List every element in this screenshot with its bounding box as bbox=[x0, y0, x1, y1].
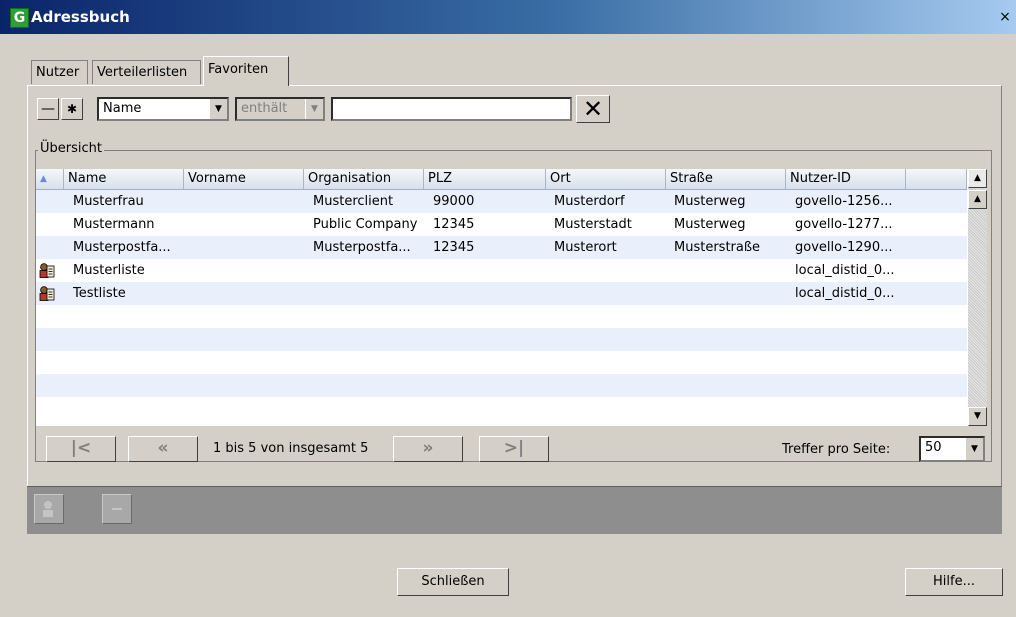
scroll-up-button[interactable]: ▲ bbox=[968, 190, 987, 209]
sort-indicator-icon[interactable]: ▲ bbox=[36, 169, 64, 189]
help-button[interactable]: Hilfe... bbox=[905, 568, 1003, 596]
previous-page-button[interactable]: « bbox=[128, 436, 198, 462]
cell-nutzer-id: govello-1277... bbox=[795, 217, 893, 232]
cell-nutzer-id: govello-1290... bbox=[795, 240, 893, 255]
table-row[interactable]: Musterliste local_distid_0... bbox=[36, 259, 967, 282]
cell-name: Mustermann bbox=[73, 217, 155, 232]
cell-name: Musterfrau bbox=[73, 194, 144, 209]
chevron-down-icon: ▼ bbox=[209, 99, 227, 119]
cell-name: Testliste bbox=[73, 286, 126, 301]
clear-filter-button[interactable]: ✕ bbox=[576, 95, 610, 123]
first-page-button[interactable]: |< bbox=[46, 436, 116, 462]
empty-row bbox=[36, 374, 967, 397]
cell-name: Musterliste bbox=[73, 263, 145, 278]
cell-plz: 99000 bbox=[433, 194, 475, 209]
cell-ort: Musterstadt bbox=[554, 217, 632, 232]
table-row[interactable]: Mustermann Public Company 12345 Musterst… bbox=[36, 213, 967, 236]
column-header-strasse[interactable]: Straße bbox=[666, 169, 786, 189]
filter-operator-value: enthält bbox=[241, 101, 288, 116]
results-table: ▲ Name Vorname Organisation PLZ Ort Stra… bbox=[36, 169, 987, 426]
column-header-plz[interactable]: PLZ bbox=[424, 169, 546, 189]
close-button[interactable]: Schließen bbox=[397, 568, 509, 596]
column-header-name[interactable]: Name bbox=[64, 169, 184, 189]
empty-row bbox=[36, 328, 967, 351]
cell-strasse: Musterweg bbox=[674, 194, 746, 209]
tab-favoriten[interactable]: Favoriten bbox=[203, 56, 289, 86]
empty-row bbox=[36, 305, 967, 328]
cell-name: Musterpostfa... bbox=[73, 240, 171, 255]
add-filter-button[interactable]: ✱ bbox=[61, 98, 83, 120]
column-header-vorname[interactable]: Vorname bbox=[184, 169, 304, 189]
search-input[interactable] bbox=[331, 97, 572, 121]
cell-plz: 12345 bbox=[433, 217, 475, 232]
table-row[interactable]: Musterpostfa... Musterpostfa... 12345 Mu… bbox=[36, 236, 967, 259]
cell-strasse: Musterweg bbox=[674, 217, 746, 232]
empty-row bbox=[36, 351, 967, 374]
cell-nutzer-id: local_distid_0... bbox=[795, 286, 895, 301]
cell-ort: Musterdorf bbox=[554, 194, 625, 209]
cell-nutzer-id: local_distid_0... bbox=[795, 263, 895, 278]
filter-field-select[interactable]: Name ▼ bbox=[97, 97, 229, 121]
cell-organisation: Public Company bbox=[313, 217, 418, 232]
cell-nutzer-id: govello-1256... bbox=[795, 194, 893, 209]
distribution-list-icon bbox=[39, 286, 55, 301]
per-page-label: Treffer pro Seite: bbox=[782, 442, 891, 457]
overview-legend: Übersicht bbox=[38, 141, 104, 156]
empty-row bbox=[36, 397, 967, 420]
title-bar: G Adressbuch × bbox=[0, 0, 1016, 34]
cell-plz: 12345 bbox=[433, 240, 475, 255]
column-header-nutzer-id[interactable]: Nutzer-ID bbox=[786, 169, 906, 189]
chevron-down-icon: ▼ bbox=[305, 99, 323, 119]
distribution-list-icon bbox=[39, 263, 55, 278]
filter-operator-select[interactable]: enthält ▼ bbox=[235, 97, 325, 121]
table-row[interactable]: Musterfrau Musterclient 99000 Musterdorf… bbox=[36, 190, 967, 213]
pagination-status: 1 bis 5 von insgesamt 5 bbox=[213, 441, 369, 456]
scroll-down-button[interactable]: ▼ bbox=[968, 407, 987, 426]
per-page-select[interactable]: 50 ▼ bbox=[919, 436, 985, 462]
last-page-button[interactable]: >| bbox=[479, 436, 549, 462]
app-logo-icon: G bbox=[10, 8, 29, 28]
filter-field-value: Name bbox=[103, 101, 142, 116]
remove-entry-button[interactable] bbox=[102, 494, 132, 524]
window-title: Adressbuch bbox=[31, 8, 130, 26]
column-header-ort[interactable]: Ort bbox=[546, 169, 666, 189]
remove-filter-button[interactable]: — bbox=[37, 98, 59, 120]
table-header: ▲ Name Vorname Organisation PLZ Ort Stra… bbox=[36, 169, 967, 190]
table-row[interactable]: Testliste local_distid_0... bbox=[36, 282, 967, 305]
per-page-value: 50 bbox=[925, 440, 942, 455]
action-bar bbox=[27, 486, 1002, 534]
next-page-button[interactable]: » bbox=[393, 436, 463, 462]
cell-organisation: Musterpostfa... bbox=[313, 240, 411, 255]
chevron-down-icon: ▼ bbox=[965, 438, 983, 460]
vertical-scrollbar[interactable]: ▲ ▲ ▼ bbox=[968, 169, 987, 426]
tab-verteilerlisten[interactable]: Verteilerlisten bbox=[92, 60, 201, 84]
person-edit-icon bbox=[43, 501, 53, 517]
column-header-empty bbox=[906, 169, 967, 189]
edit-entry-button[interactable] bbox=[34, 494, 64, 524]
column-header-organisation[interactable]: Organisation bbox=[304, 169, 424, 189]
cell-organisation: Musterclient bbox=[313, 194, 394, 209]
cell-strasse: Musterstraße bbox=[674, 240, 761, 255]
cell-ort: Musterort bbox=[554, 240, 617, 255]
window-close-button[interactable]: × bbox=[998, 10, 1012, 24]
minus-icon bbox=[112, 508, 122, 510]
scroll-top-icon[interactable]: ▲ bbox=[968, 169, 987, 188]
tab-nutzer[interactable]: Nutzer bbox=[31, 60, 88, 84]
